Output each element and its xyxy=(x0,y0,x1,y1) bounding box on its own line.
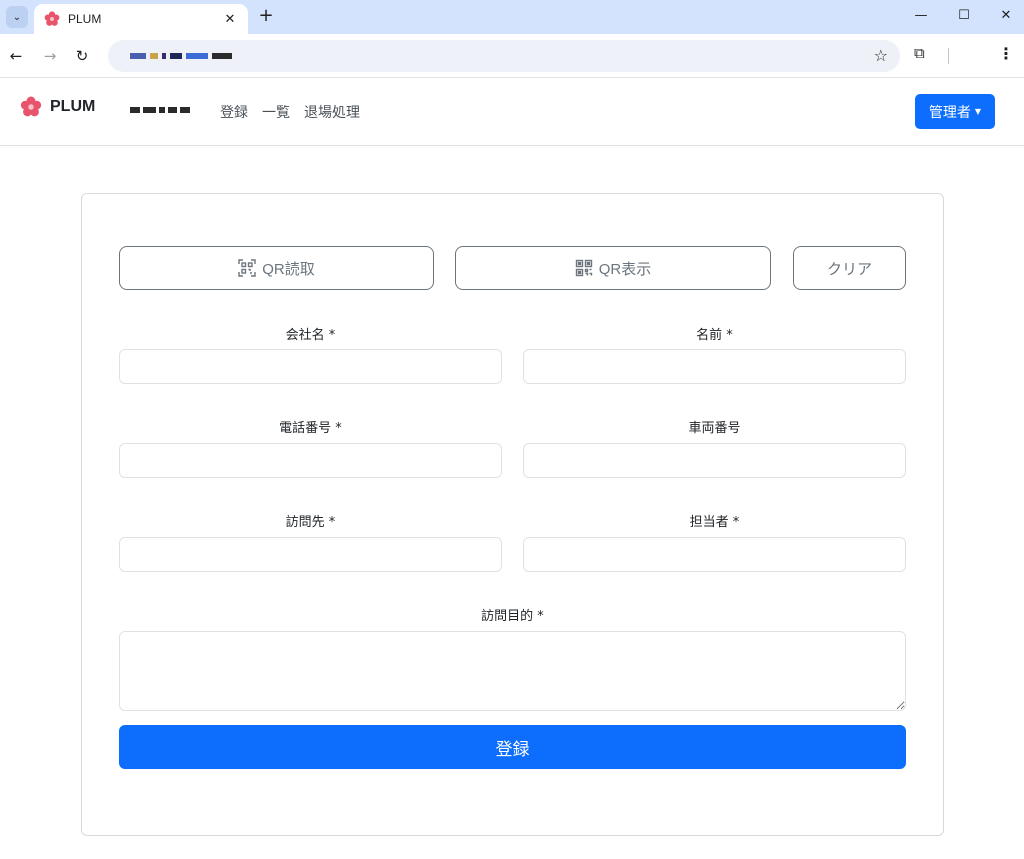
browser-toolbar: ← → ↻ ☆ ⧉ ⋮ xyxy=(0,34,1024,78)
qr-show-label: QR表示 xyxy=(598,260,652,278)
browser-tab[interactable]: PLUM ✕ xyxy=(34,4,248,34)
new-tab-icon[interactable]: + xyxy=(256,6,276,26)
bookmark-star-icon[interactable]: ☆ xyxy=(874,46,888,65)
back-icon[interactable]: ← xyxy=(6,46,26,66)
caret-down-icon: ▼ xyxy=(974,107,982,116)
nav-link-register[interactable]: 登録 xyxy=(220,102,248,122)
app-navbar: PLUM 登録 一覧 退場処理 管理者 ▼ xyxy=(0,78,1024,146)
vehicle-label: 車両番号 xyxy=(688,421,741,436)
forward-icon[interactable]: → xyxy=(40,46,60,66)
destination-label: 訪問先 * xyxy=(285,515,336,530)
admin-dropdown-button[interactable]: 管理者 ▼ xyxy=(915,94,995,129)
phone-input[interactable] xyxy=(119,443,502,478)
nav-link-list[interactable]: 一覧 xyxy=(262,102,290,122)
vehicle-input[interactable] xyxy=(523,443,906,478)
location-name-redacted xyxy=(130,106,190,114)
company-input[interactable] xyxy=(119,349,502,384)
tab-search-icon[interactable]: ⌄ xyxy=(6,6,28,28)
nav-links: 登録 一覧 退場処理 xyxy=(220,102,360,122)
registration-card: QR読取 QR表示 クリア 会社名 * 名前 * 電話番号 * 車両番号 訪問先… xyxy=(81,193,944,836)
browser-menu-icon[interactable]: ⋮ xyxy=(998,44,1014,63)
qr-read-label: QR読取 xyxy=(262,260,315,278)
plum-favicon-icon xyxy=(44,11,60,26)
company-label: 会社名 * xyxy=(285,328,336,343)
qr-code-icon xyxy=(575,259,592,277)
browser-tabbar: ⌄ PLUM ✕ + — ☐ ✕ xyxy=(0,0,1024,34)
brand[interactable]: PLUM xyxy=(20,96,95,118)
brand-name: PLUM xyxy=(50,98,96,115)
clear-button[interactable]: クリア xyxy=(793,246,906,290)
qr-show-button[interactable]: QR表示 xyxy=(455,246,771,290)
name-label: 名前 * xyxy=(696,328,733,343)
qr-read-button[interactable]: QR読取 xyxy=(119,246,434,290)
purpose-textarea[interactable] xyxy=(119,631,906,711)
register-submit-label: 登録 xyxy=(495,739,530,759)
purpose-label: 訪問目的 * xyxy=(481,609,544,624)
tab-close-icon[interactable]: ✕ xyxy=(222,12,238,27)
address-bar[interactable]: ☆ xyxy=(108,40,900,72)
window-close-icon[interactable]: ✕ xyxy=(991,8,1021,26)
extensions-icon[interactable]: ⧉ xyxy=(914,44,925,62)
phone-label: 電話番号 * xyxy=(279,421,342,436)
reload-icon[interactable]: ↻ xyxy=(72,46,92,66)
name-input[interactable] xyxy=(523,349,906,384)
toolbar-divider xyxy=(948,48,949,64)
minimize-icon[interactable]: — xyxy=(906,8,936,26)
qr-scan-icon xyxy=(238,259,256,277)
maximize-icon[interactable]: ☐ xyxy=(949,8,979,26)
contact-label: 担当者 * xyxy=(689,515,740,530)
plum-logo-icon xyxy=(20,96,42,117)
admin-label: 管理者 xyxy=(928,104,971,121)
destination-input[interactable] xyxy=(119,537,502,572)
nav-link-exit[interactable]: 退場処理 xyxy=(304,102,360,122)
register-submit-button[interactable]: 登録 xyxy=(119,725,906,769)
clear-label: クリア xyxy=(826,260,872,278)
url-text-redacted xyxy=(130,52,270,60)
tab-title: PLUM xyxy=(68,12,102,26)
contact-input[interactable] xyxy=(523,537,906,572)
